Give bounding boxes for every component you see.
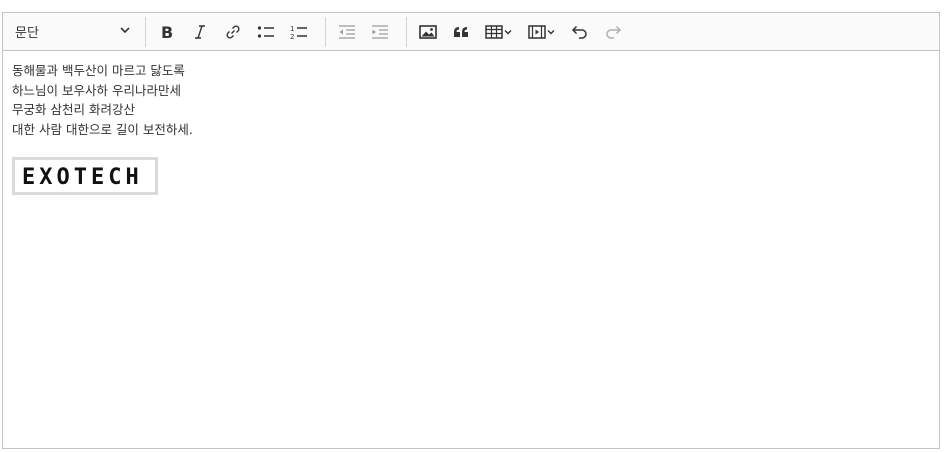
insert-media-button[interactable]	[522, 18, 562, 46]
svg-text:1: 1	[290, 25, 294, 33]
redo-icon	[604, 25, 622, 39]
content-line-1: 동해물과 백두산이 마르고 닳도록	[12, 63, 185, 78]
bulleted-list-icon	[257, 24, 275, 40]
undo-icon	[571, 25, 589, 39]
indent-button[interactable]	[365, 18, 395, 46]
indent-icon	[371, 24, 389, 40]
svg-text:2: 2	[290, 33, 294, 40]
rich-text-editor: 문단 B 12 동해물과 백두산이 마르고 닳도록 하느님이 보우사하 우리나라…	[2, 12, 940, 449]
redo-button[interactable]	[598, 18, 628, 46]
chevron-down-icon	[546, 27, 556, 37]
outdent-button[interactable]	[332, 18, 362, 46]
outdent-icon	[338, 24, 356, 40]
block-quote-button[interactable]	[446, 18, 476, 46]
toolbar-separator	[145, 16, 146, 47]
media-icon	[528, 24, 546, 40]
bold-button[interactable]: B	[152, 18, 182, 46]
content-line-2: 하느님이 보우사하 우리나라만세	[12, 82, 181, 98]
content-line-4: 대한 사람 대한으로 길이 보전하세.	[12, 121, 193, 137]
heading-dropdown[interactable]: 문단	[9, 18, 137, 46]
numbered-list-button[interactable]: 12	[284, 18, 314, 46]
embedded-image[interactable]: EXOTECH	[12, 157, 158, 195]
quote-icon	[453, 25, 469, 39]
numbered-list-icon: 12	[290, 24, 308, 40]
toolbar-separator	[325, 16, 326, 47]
link-button[interactable]	[218, 18, 248, 46]
heading-dropdown-value: 문단	[15, 26, 39, 41]
content-line-3: 무궁화 삼천리 화려강산	[12, 102, 135, 117]
link-icon	[225, 24, 241, 40]
italic-button[interactable]	[185, 18, 215, 46]
editor-content-area[interactable]: 동해물과 백두산이 마르고 닳도록 하느님이 보우사하 우리나라만세 무궁화 삼…	[3, 51, 939, 205]
exotech-logo: EXOTECH	[22, 165, 143, 188]
chevron-down-icon	[503, 27, 513, 37]
table-icon	[485, 24, 503, 40]
toolbar-separator	[406, 16, 407, 47]
insert-image-button[interactable]	[413, 18, 443, 46]
undo-button[interactable]	[565, 18, 595, 46]
svg-text:B: B	[161, 24, 173, 40]
insert-table-button[interactable]	[479, 18, 519, 46]
image-icon	[419, 24, 437, 40]
bold-icon: B	[159, 24, 175, 40]
italic-icon	[192, 24, 208, 40]
bulleted-list-button[interactable]	[251, 18, 281, 46]
chevron-down-icon	[119, 24, 131, 40]
editor-toolbar: 문단 B 12	[3, 13, 939, 51]
logo-text: EXOTECH	[22, 165, 143, 188]
